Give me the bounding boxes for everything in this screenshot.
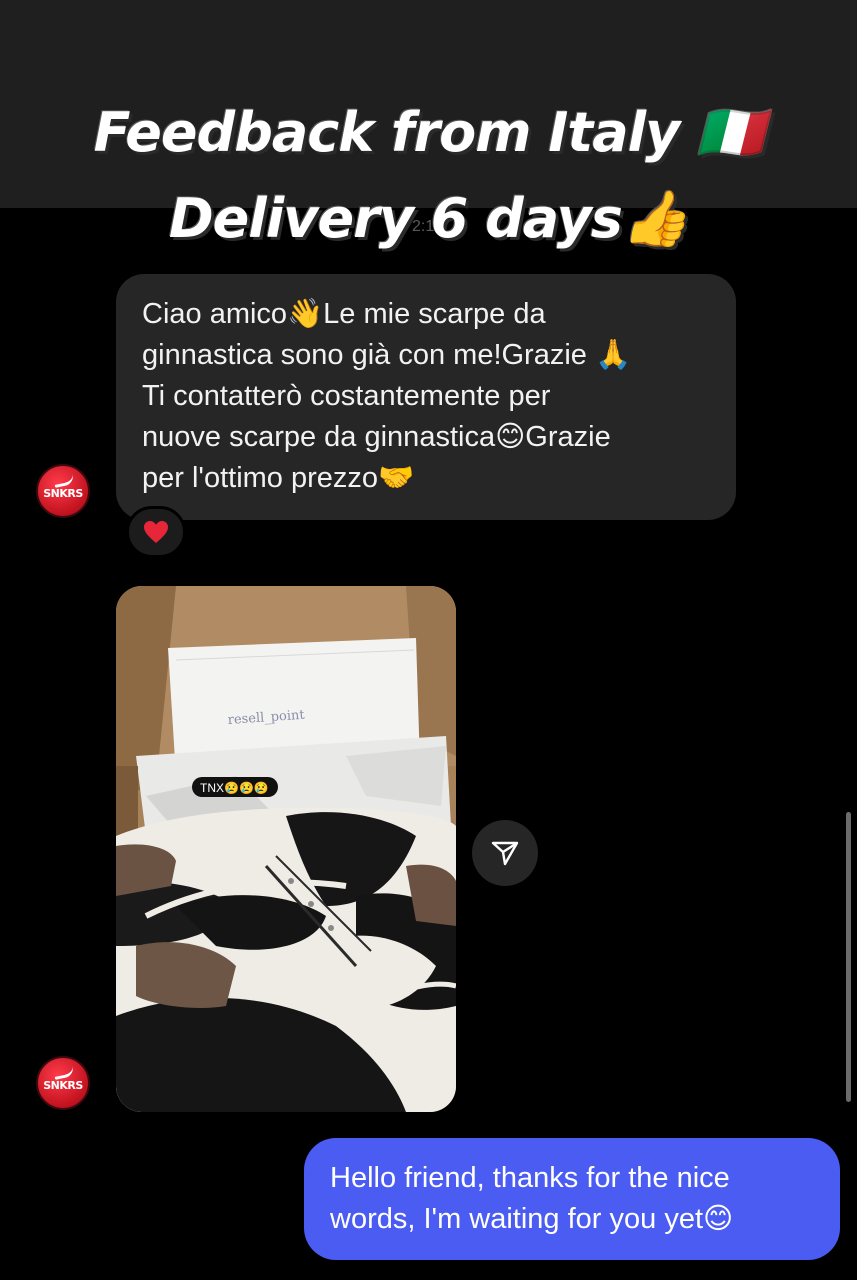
avatar[interactable]: SNKRS bbox=[36, 1056, 90, 1110]
overlay-headline: Feedback from Italy 🇮🇹 Delivery 6 days👍 bbox=[0, 90, 857, 262]
photo-caption: TNX😢😢😢 bbox=[200, 781, 269, 795]
swoosh-icon bbox=[53, 1066, 75, 1080]
sneaker-photo: resell_point TNX😢😢😢 bbox=[116, 586, 456, 1112]
avatar[interactable]: SNKRS bbox=[36, 464, 90, 518]
incoming-message-bubble[interactable]: Ciao amico👋Le mie scarpe da ginnastica s… bbox=[116, 274, 736, 520]
heart-icon bbox=[144, 521, 168, 543]
swoosh-icon bbox=[53, 474, 75, 488]
outgoing-message-bubble[interactable]: Hello friend, thanks for the nice words,… bbox=[304, 1138, 840, 1260]
send-icon bbox=[491, 841, 519, 866]
scrollbar[interactable] bbox=[846, 812, 851, 1102]
share-button[interactable] bbox=[472, 820, 538, 886]
avatar-logo-text: SNKRS bbox=[43, 1079, 83, 1092]
outgoing-message-text: Hello friend, thanks for the nice words,… bbox=[330, 1162, 734, 1235]
reaction-badge[interactable] bbox=[126, 506, 186, 558]
incoming-message-text: Ciao amico👋Le mie scarpe da ginnastica s… bbox=[142, 298, 632, 494]
headline-line-1: Feedback from Italy 🇮🇹 bbox=[93, 101, 765, 164]
timestamp: 2:1 bbox=[412, 218, 435, 235]
photo-message[interactable]: resell_point TNX😢😢😢 bbox=[116, 586, 456, 1112]
avatar-logo-text: SNKRS bbox=[43, 487, 83, 500]
